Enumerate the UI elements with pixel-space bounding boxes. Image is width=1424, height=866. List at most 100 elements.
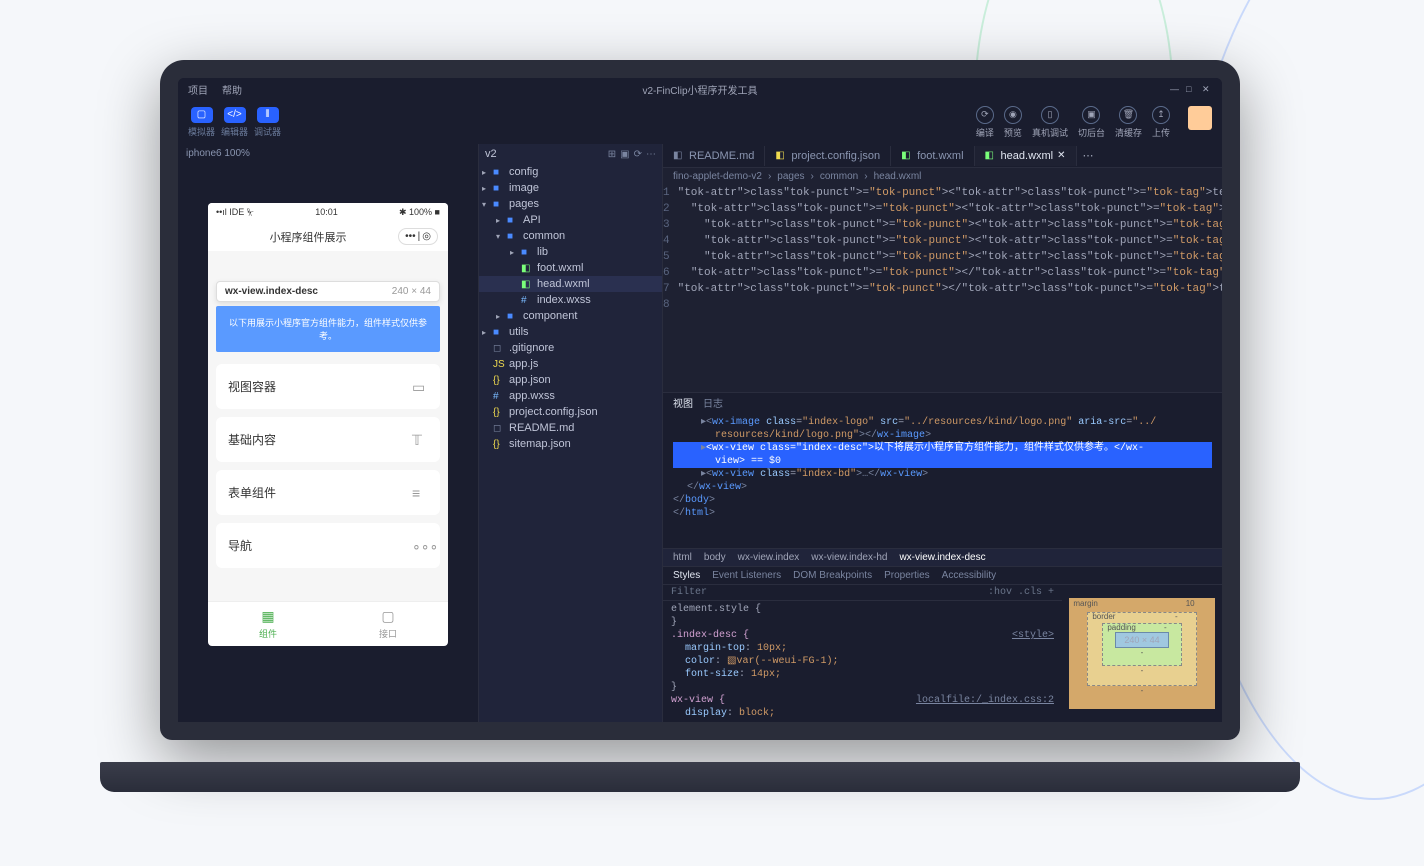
filetree-item[interactable]: {}sitemap.json [479, 436, 662, 452]
editor-tab[interactable]: ◧project.config.json [765, 146, 891, 166]
folder-icon: ■ [507, 231, 519, 242]
style-source-link[interactable]: <style> [1012, 629, 1054, 642]
tabbar-components[interactable]: ▦ 组件 [208, 602, 328, 646]
avatar[interactable] [1188, 106, 1212, 130]
elements-tree[interactable]: ▸<wx-image class="index-logo" src="../re… [663, 412, 1222, 548]
remote-debug-button[interactable]: ▯ 真机调试 [1032, 106, 1068, 139]
filetree-item[interactable]: ▸■utils [479, 324, 662, 340]
filetree-item[interactable]: ◻README.md [479, 420, 662, 436]
styles-subtab[interactable]: Properties [884, 570, 930, 581]
filetree-item[interactable]: #app.wxss [479, 388, 662, 404]
tabbar-api[interactable]: ▢ 接口 [328, 602, 448, 646]
close-button[interactable]: ✕ [1202, 84, 1212, 94]
md-icon: ◧ [673, 150, 685, 161]
card-icon: ≡ [412, 485, 428, 501]
filetree-item[interactable]: ▾■pages [479, 196, 662, 212]
elements-breadcrumb[interactable]: html body wx-view.index wx-view.index-hd wx-… [663, 548, 1222, 567]
box-model[interactable]: margin 10 border - padding - 240 × 4 [1062, 585, 1222, 722]
window-title: v2-FinClip小程序开发工具 [642, 82, 757, 97]
devtools-tab-view[interactable]: 视图 [673, 395, 693, 410]
breadcrumb-item[interactable]: wx-view.index-desc [899, 552, 985, 563]
menu-help[interactable]: 帮助 [222, 82, 242, 97]
close-icon[interactable]: ✕ [1057, 150, 1065, 161]
styles-subtab[interactable]: Accessibility [942, 570, 996, 581]
filetree-item[interactable]: #index.wxss [479, 292, 662, 308]
background-button[interactable]: ▣ 切后台 [1078, 106, 1105, 139]
clear-cache-button[interactable]: 🗑 清缓存 [1115, 106, 1142, 139]
sim-card[interactable]: 导航∘∘∘ [216, 523, 440, 568]
devtools-tab-log[interactable]: 日志 [703, 395, 723, 410]
inspect-tooltip: wx-view.index-desc 240 × 44 [216, 281, 440, 302]
phone-debug-icon: ▯ [1041, 106, 1059, 124]
json-icon: {} [493, 407, 505, 418]
filetree-item[interactable]: ▾■common [479, 228, 662, 244]
capsule-close-icon[interactable]: ◎ [422, 231, 431, 242]
filetree-item[interactable]: JSapp.js [479, 356, 662, 372]
filetree-item[interactable]: ▸■config [479, 164, 662, 180]
folder-icon: ■ [521, 247, 533, 258]
new-file-icon[interactable]: ⊞ [608, 149, 616, 160]
wxml-icon: ◧ [985, 150, 997, 161]
preview-button[interactable]: ◉ 预览 [1004, 106, 1022, 139]
filetree-item[interactable]: ▸■API [479, 212, 662, 228]
card-icon: ∘∘∘ [412, 538, 428, 554]
sim-card[interactable]: 表单组件≡ [216, 470, 440, 515]
styles-panel[interactable]: Filter :hov .cls + element.style { } .in… [663, 585, 1062, 722]
upload-icon: ↥ [1152, 106, 1170, 124]
tab-simulator[interactable]: ▢ 模拟器 [188, 107, 215, 138]
breadcrumb-item[interactable]: wx-view.index-hd [811, 552, 887, 563]
project-root[interactable]: v2 [485, 148, 497, 160]
json-icon: {} [493, 375, 505, 386]
inspected-element[interactable]: 以下用展示小程序官方组件能力，组件样式仅供参考。 [216, 306, 440, 352]
phone-icon: ▢ [191, 107, 213, 123]
styles-filter-actions[interactable]: :hov .cls + [988, 587, 1054, 598]
filetree-item[interactable]: {}app.json [479, 372, 662, 388]
menu-project[interactable]: 项目 [188, 82, 208, 97]
maximize-button[interactable]: □ [1186, 84, 1196, 94]
styles-subtab[interactable]: Event Listeners [712, 570, 781, 581]
filetree-item[interactable]: ▸■component [479, 308, 662, 324]
editor-tabs: ◧README.md◧project.config.json◧foot.wxml… [663, 144, 1222, 168]
breadcrumb-item[interactable]: body [704, 552, 726, 563]
breadcrumb-item[interactable]: wx-view.index [738, 552, 800, 563]
json-icon: ◧ [775, 150, 787, 161]
styles-filter-input[interactable]: Filter [671, 587, 707, 598]
filetree-item[interactable]: {}project.config.json [479, 404, 662, 420]
simulator-device-label[interactable]: iphone6 100% [178, 144, 478, 163]
compile-button[interactable]: ⟳ 编译 [976, 106, 994, 139]
card-icon: 𝕋 [412, 432, 428, 448]
filetree-item[interactable]: ▸■lib [479, 244, 662, 260]
sim-card[interactable]: 基础内容𝕋 [216, 417, 440, 462]
styles-subtab[interactable]: Styles [673, 570, 700, 581]
minimize-button[interactable]: — [1170, 84, 1180, 94]
sim-card[interactable]: 视图容器▭ [216, 364, 440, 409]
breadcrumb-item[interactable]: html [673, 552, 692, 563]
debug-icon: ⫴ [257, 107, 279, 123]
status-battery: ✱ 100% ■ [399, 207, 440, 218]
wxml-icon: ◧ [521, 279, 533, 290]
new-folder-icon[interactable]: ▣ [620, 149, 629, 160]
filetree-item[interactable]: ◧foot.wxml [479, 260, 662, 276]
code-editor[interactable]: "tok-attr">class"tok-punct">="tok-punct"… [678, 185, 1240, 392]
editor-tab[interactable]: ◧head.wxml✕ [975, 146, 1077, 166]
editor-tab[interactable]: ◧README.md [663, 146, 765, 166]
filetree-item[interactable]: ◻.gitignore [479, 340, 662, 356]
devtools-panel: 视图 日志 ▸<wx-image class="index-logo" src=… [663, 392, 1222, 722]
tab-debugger[interactable]: ⫴ 调试器 [254, 107, 281, 138]
filetree-item[interactable]: ◧head.wxml [479, 276, 662, 292]
editor-tab[interactable]: ◧foot.wxml [891, 146, 974, 166]
filetree-item[interactable]: ▸■image [479, 180, 662, 196]
folder-icon: ■ [493, 327, 505, 338]
simulator-device[interactable]: ••ıl IDE ⏧ 10:01 ✱ 100% ■ 小程序组件展示 ••• | … [208, 203, 448, 646]
simulator-panel: iphone6 100% ••ıl IDE ⏧ 10:01 ✱ 100% ■ 小… [178, 144, 478, 722]
style-source-link[interactable]: localfile:/_index.css:2 [916, 694, 1054, 707]
styles-subtab[interactable]: DOM Breakpoints [793, 570, 872, 581]
upload-button[interactable]: ↥ 上传 [1152, 106, 1170, 139]
more-icon[interactable]: ⋯ [646, 149, 656, 160]
refresh-icon[interactable]: ⟳ [634, 149, 642, 160]
capsule-more-icon[interactable]: ••• [405, 231, 416, 242]
tab-editor[interactable]: </> 编辑器 [221, 107, 248, 138]
md-icon: ◻ [493, 343, 505, 354]
editor-tabs-more[interactable]: ⋯ [1077, 149, 1100, 162]
breadcrumb[interactable]: fino-applet-demo-v2›pages›common›head.wx… [663, 168, 1222, 185]
